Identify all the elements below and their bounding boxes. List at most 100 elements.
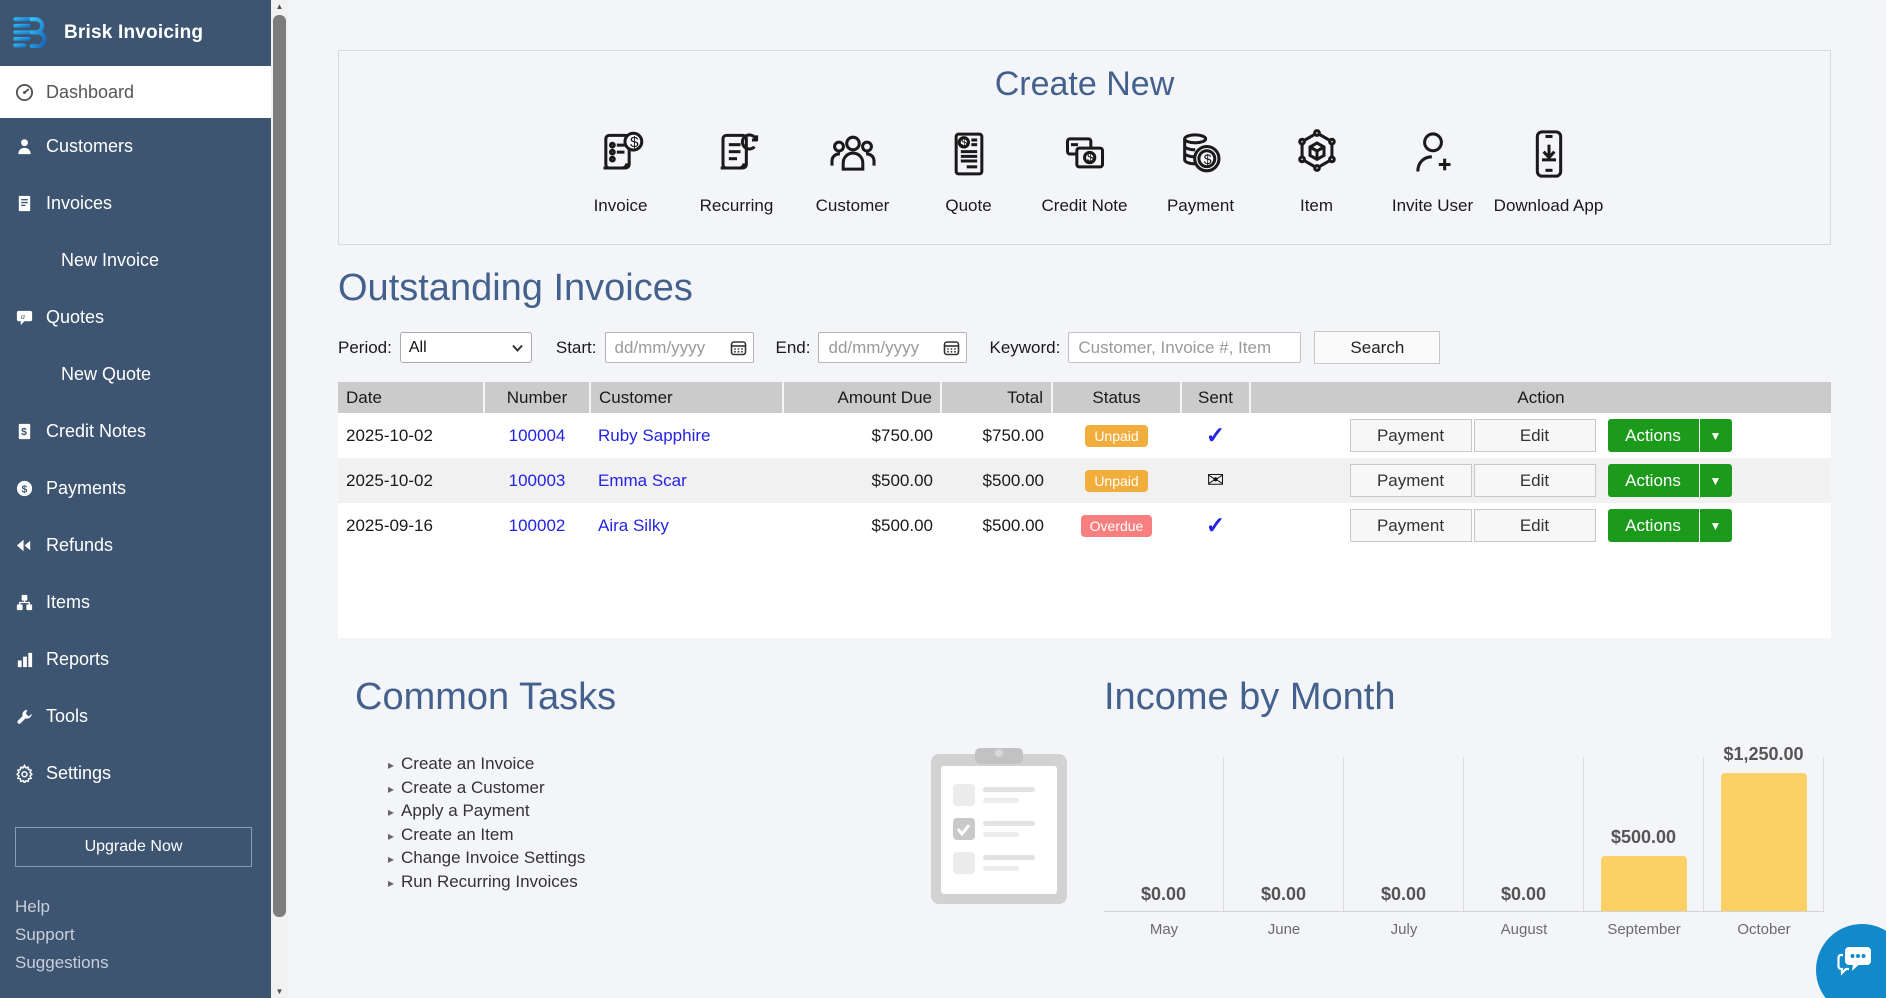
create-item-tile[interactable]: Item (1259, 120, 1375, 216)
suggestions-link[interactable]: Suggestions (15, 949, 271, 977)
invoices-table: Date Number Customer Amount Due Total St… (338, 382, 1831, 548)
create-invite-user-tile[interactable]: Invite User (1375, 120, 1491, 216)
keyword-input[interactable] (1068, 332, 1301, 363)
task-link-invoice-settings[interactable]: ▸Change Invoice Settings (388, 847, 585, 871)
actions-split-button[interactable]: Actions ▼ (1608, 464, 1732, 497)
chat-bubbles-icon (1835, 943, 1875, 983)
search-button[interactable]: Search (1314, 331, 1440, 364)
sidebar-item-new-invoice[interactable]: New Invoice (0, 232, 271, 289)
sidebar-item-label: New Invoice (61, 250, 159, 271)
payment-button[interactable]: Payment (1350, 419, 1472, 452)
download-app-icon (1491, 120, 1607, 182)
bar-value-label: $1,250.00 (1723, 744, 1803, 765)
month-tick-label: August (1464, 921, 1584, 938)
actions-split-button[interactable]: Actions ▼ (1608, 419, 1732, 452)
sidebar-item-tools[interactable]: Tools (0, 688, 271, 745)
invoice-date: 2025-10-02 (338, 458, 484, 503)
create-tile-label: Item (1259, 196, 1375, 216)
task-label[interactable]: Apply a Payment (401, 800, 530, 822)
brand-name: Brisk Invoicing (64, 22, 203, 44)
create-invoice-tile[interactable]: $ Invoice (563, 120, 679, 216)
sidebar-item-settings[interactable]: Settings (0, 745, 271, 802)
customer-link[interactable]: Ruby Sapphire (598, 426, 710, 445)
sidebar-item-dashboard[interactable]: Dashboard (0, 66, 271, 118)
period-select[interactable]: All (400, 332, 532, 363)
amount-due: $750.00 (783, 413, 941, 458)
invoices-table-wrap: Date Number Customer Amount Due Total St… (338, 382, 1831, 638)
col-header-sent: Sent (1181, 382, 1250, 413)
task-label[interactable]: Create a Customer (401, 777, 545, 799)
edit-button[interactable]: Edit (1474, 419, 1596, 452)
task-link-create-invoice[interactable]: ▸Create an Invoice (388, 753, 585, 777)
bar-value-label: $0.00 (1141, 884, 1186, 905)
edit-button[interactable]: Edit (1474, 464, 1596, 497)
task-link-apply-payment[interactable]: ▸Apply a Payment (388, 800, 585, 824)
month-tick-label: June (1224, 921, 1344, 938)
col-header-customer: Customer (590, 382, 783, 413)
brand[interactable]: Brisk Invoicing (0, 0, 271, 66)
sidebar-item-label: Customers (46, 136, 133, 157)
create-credit-note-tile[interactable]: $ Credit Note (1027, 120, 1143, 216)
task-label[interactable]: Change Invoice Settings (401, 847, 585, 869)
edit-button[interactable]: Edit (1474, 509, 1596, 542)
sidebar-item-refunds[interactable]: Refunds (0, 517, 271, 574)
sidebar-item-payments[interactable]: $ Payments (0, 460, 271, 517)
payment-button[interactable]: Payment (1350, 464, 1472, 497)
document-icon (13, 193, 35, 215)
invoice-row: 2025-10-02 100003 Emma Scar $500.00 $500… (338, 458, 1831, 503)
sidebar-item-invoices[interactable]: Invoices (0, 175, 271, 232)
help-link[interactable]: Help (15, 893, 271, 921)
create-tile-label: Download App (1491, 196, 1607, 216)
sidebar-item-label: Tools (46, 706, 88, 727)
status-badge: Unpaid (1085, 425, 1147, 447)
create-recurring-tile[interactable]: Recurring (679, 120, 795, 216)
upgrade-now-button[interactable]: Upgrade Now (15, 827, 252, 867)
task-link-run-recurring[interactable]: ▸Run Recurring Invoices (388, 871, 585, 895)
payment-button[interactable]: Payment (1350, 509, 1472, 542)
task-link-create-item[interactable]: ▸Create an Item (388, 824, 585, 848)
create-download-app-tile[interactable]: Download App (1491, 120, 1607, 216)
create-payment-tile[interactable]: $ Payment (1143, 120, 1259, 216)
task-link-create-customer[interactable]: ▸Create a Customer (388, 777, 585, 801)
actions-caret-icon[interactable]: ▼ (1700, 519, 1732, 533)
sent-envelope-icon: ✉ (1207, 469, 1225, 492)
actions-button-label[interactable]: Actions (1608, 471, 1699, 491)
scroll-down-arrow-icon[interactable]: ▼ (271, 987, 288, 996)
calendar-icon[interactable] (730, 339, 747, 356)
svg-text:$: $ (1203, 151, 1211, 167)
customer-link[interactable]: Aira Silky (598, 516, 669, 535)
scrollbar-thumb[interactable] (273, 15, 286, 917)
actions-button-label[interactable]: Actions (1608, 516, 1699, 536)
invoice-number-link[interactable]: 100003 (509, 471, 566, 490)
actions-caret-icon[interactable]: ▼ (1700, 474, 1732, 488)
actions-split-button[interactable]: Actions ▼ (1608, 509, 1732, 542)
task-label[interactable]: Create an Invoice (401, 753, 534, 775)
support-link[interactable]: Support (15, 921, 271, 949)
invoice-number-link[interactable]: 100004 (509, 426, 566, 445)
sidebar-item-label: Items (46, 592, 90, 613)
quote-document-icon: $ (911, 120, 1027, 182)
svg-text:$: $ (961, 137, 967, 149)
sidebar-item-customers[interactable]: Customers (0, 118, 271, 175)
task-label[interactable]: Run Recurring Invoices (401, 871, 578, 893)
sidebar-item-credit-notes[interactable]: $ Credit Notes (0, 403, 271, 460)
sidebar-scrollbar[interactable]: ▲ ▼ (271, 0, 288, 998)
customer-link[interactable]: Emma Scar (598, 471, 687, 490)
create-quote-tile[interactable]: $ Quote (911, 120, 1027, 216)
create-customer-tile[interactable]: Customer (795, 120, 911, 216)
calendar-icon[interactable] (943, 339, 960, 356)
start-date-label: Start: (556, 338, 597, 358)
month-tick-label: September (1584, 921, 1704, 938)
invoice-number-link[interactable]: 100002 (509, 516, 566, 535)
chart-column: $0.00 (1344, 757, 1464, 911)
task-label[interactable]: Create an Item (401, 824, 513, 846)
scroll-up-arrow-icon[interactable]: ▲ (271, 2, 288, 11)
col-header-status: Status (1052, 382, 1181, 413)
sidebar-item-reports[interactable]: Reports (0, 631, 271, 688)
actions-button-label[interactable]: Actions (1608, 426, 1699, 446)
sidebar-item-items[interactable]: Items (0, 574, 271, 631)
col-header-number: Number (484, 382, 590, 413)
sidebar-item-quotes[interactable]: a Quotes (0, 289, 271, 346)
actions-caret-icon[interactable]: ▼ (1700, 429, 1732, 443)
sidebar-item-new-quote[interactable]: New Quote (0, 346, 271, 403)
